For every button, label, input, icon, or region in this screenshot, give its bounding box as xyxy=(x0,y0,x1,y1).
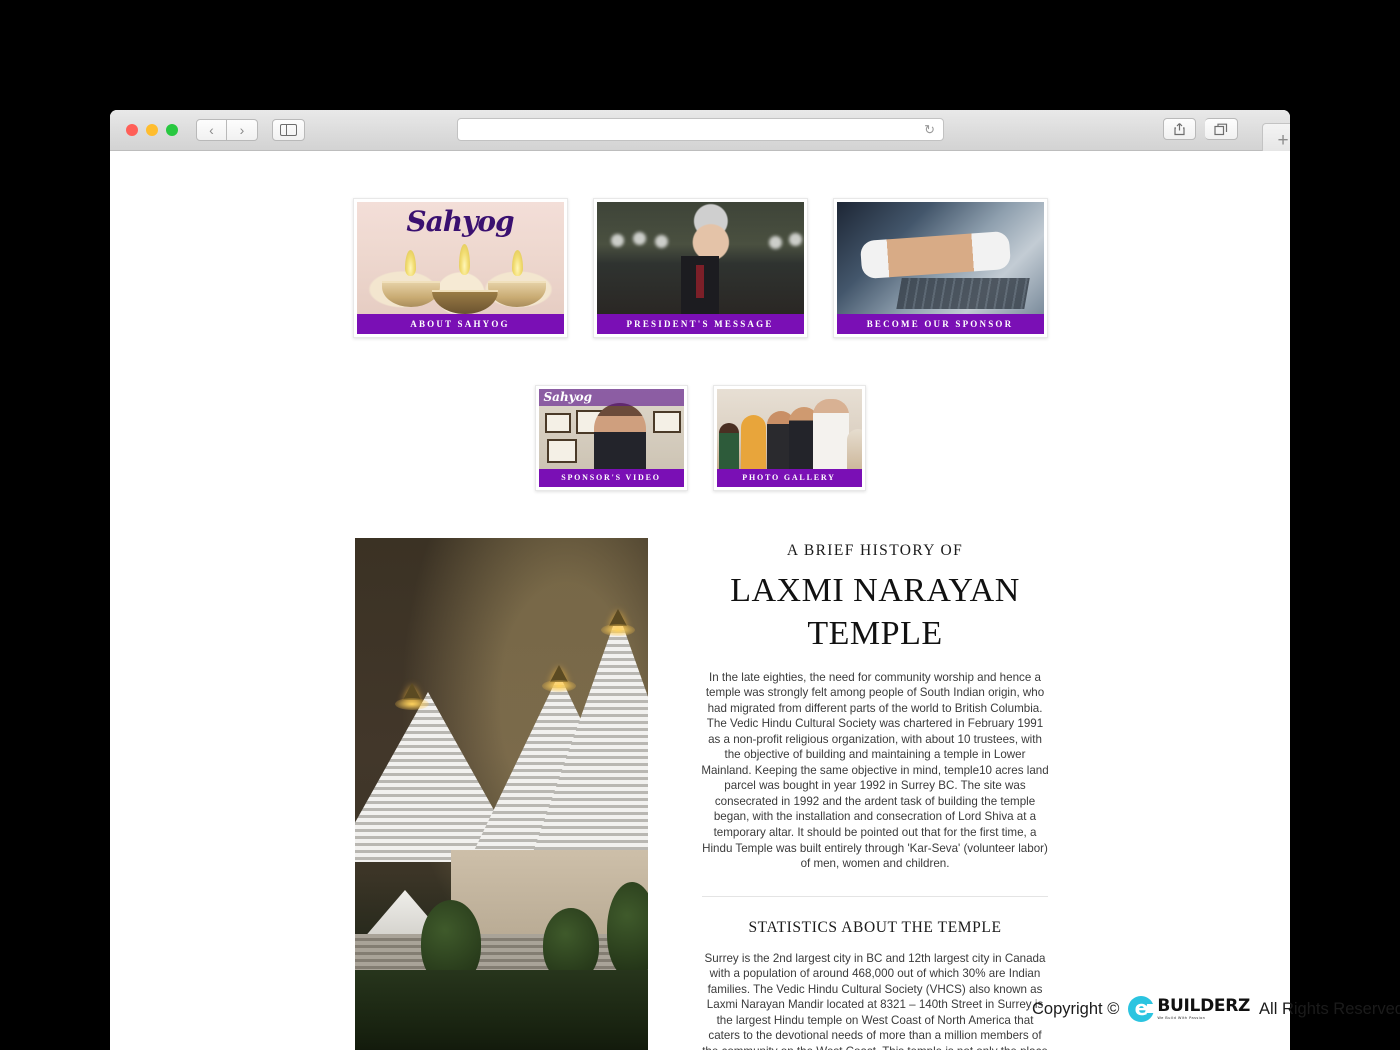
card-label[interactable]: PRESIDENT'S MESSAGE xyxy=(596,314,804,334)
section-divider xyxy=(702,895,1048,897)
copyright-overlay: Copyright © e BUILDERZ We Build With Pas… xyxy=(1032,996,1400,1022)
statistics-title: STATISTICS ABOUT THE TEMPLE xyxy=(748,918,1002,936)
sahyog-diya-image: Sahyog xyxy=(356,202,564,314)
browser-window: ‹ › ↻ + Sahyog ABOUT SAHYOG PRESIDENT'S … xyxy=(110,110,1290,1050)
bokeh-light xyxy=(610,234,624,247)
sidebar-icon xyxy=(280,124,297,136)
wall-frame xyxy=(652,411,681,433)
share-button[interactable] xyxy=(1163,118,1196,140)
history-section: A BRIEF HISTORY OF LAXMI NARAYAN TEMPLE … xyxy=(110,538,1290,1050)
secondary-card-row: Sahyog SPONSOR'S VIDEO PHOTO GALLERY xyxy=(110,385,1290,491)
maximize-window-button[interactable] xyxy=(166,124,178,136)
person-figure xyxy=(740,415,766,469)
minimize-window-button[interactable] xyxy=(146,124,158,136)
card-thumbnail: Sahyog xyxy=(356,202,564,314)
flame-icon xyxy=(511,250,523,276)
card-label[interactable]: BECOME OUR SPONSOR xyxy=(836,314,1044,334)
page-title-line-2: TEMPLE xyxy=(807,614,943,652)
forward-button[interactable]: › xyxy=(227,119,258,141)
card-label[interactable]: ABOUT SAHYOG xyxy=(356,314,564,334)
card-about-sahyog[interactable]: Sahyog ABOUT SAHYOG xyxy=(352,198,568,338)
bokeh-light xyxy=(768,236,782,249)
ebuilderz-tagline: We Build With Passion xyxy=(1157,1015,1206,1020)
sahyog-wordmark: Sahyog xyxy=(543,390,593,404)
browser-titlebar: ‹ › ↻ + xyxy=(110,110,1290,157)
tree xyxy=(607,882,648,978)
close-window-button[interactable] xyxy=(126,124,138,136)
bokeh-light xyxy=(654,235,668,248)
page-content: Sahyog ABOUT SAHYOG PRESIDENT'S MESSAGE … xyxy=(110,151,1290,1050)
wall-frame xyxy=(546,439,577,463)
address-input[interactable] xyxy=(466,123,921,136)
page-title: LAXMI NARAYAN TEMPLE xyxy=(700,570,1050,656)
temple-light-glow xyxy=(395,698,429,710)
card-photo-gallery[interactable]: PHOTO GALLERY xyxy=(712,385,866,491)
sponsor-person xyxy=(593,403,646,469)
section-eyebrow: A BRIEF HISTORY OF xyxy=(786,542,964,559)
person-figure xyxy=(718,423,739,469)
temple-light-glow xyxy=(601,624,635,636)
wall-frame xyxy=(544,413,571,433)
back-button[interactable]: ‹ xyxy=(196,119,227,141)
card-become-our-sponsor[interactable]: BECOME OUR SPONSOR xyxy=(832,198,1048,338)
sponsor-interview-image: Sahyog xyxy=(538,389,684,469)
toolbar-right-buttons xyxy=(1163,118,1238,140)
bokeh-light xyxy=(632,232,646,245)
ebuilderz-logo[interactable]: e BUILDERZ We Build With Passion xyxy=(1128,996,1250,1022)
diya-lamp-icon xyxy=(431,290,498,314)
tabs-icon xyxy=(1214,123,1228,135)
shrine-figure xyxy=(846,429,862,469)
temple-light-glow xyxy=(542,680,576,692)
card-thumbnail xyxy=(716,389,862,469)
card-thumbnail xyxy=(596,202,804,314)
president-portrait-image xyxy=(596,202,804,314)
temple-night-photo xyxy=(355,538,648,1050)
chevron-left-icon: ‹ xyxy=(209,122,214,138)
copyright-prefix: Copyright © xyxy=(1032,999,1120,1018)
flame-icon xyxy=(404,250,416,276)
primary-card-row: Sahyog ABOUT SAHYOG PRESIDENT'S MESSAGE … xyxy=(110,198,1290,338)
plus-icon: + xyxy=(1277,129,1289,151)
bokeh-light xyxy=(788,233,802,246)
reload-icon[interactable]: ↻ xyxy=(924,123,935,136)
chevron-right-icon: › xyxy=(239,122,245,138)
copyright-suffix: All Rights Reserved. xyxy=(1259,999,1400,1018)
card-presidents-message[interactable]: PRESIDENT'S MESSAGE xyxy=(592,198,808,338)
ebuilderz-e-icon: e xyxy=(1128,996,1155,1022)
diya-lamp-icon xyxy=(381,281,440,307)
ebuilderz-name: BUILDERZ xyxy=(1157,995,1251,1016)
card-thumbnail: Sahyog xyxy=(538,389,684,469)
history-paragraph: In the late eighties, the need for commu… xyxy=(701,670,1049,871)
sahyog-wordmark: Sahyog xyxy=(406,205,514,238)
card-sponsors-video[interactable]: Sahyog SPONSOR'S VIDEO xyxy=(534,385,688,491)
ebuilderz-wordmark: BUILDERZ We Build With Passion xyxy=(1157,995,1251,1021)
window-controls xyxy=(126,124,178,136)
temple-steps xyxy=(355,934,648,974)
card-label[interactable]: PHOTO GALLERY xyxy=(716,469,862,487)
sidebar-toggle-button[interactable] xyxy=(272,119,305,141)
handshake-image xyxy=(836,202,1044,314)
card-label[interactable]: SPONSOR'S VIDEO xyxy=(538,469,684,487)
card-thumbnail xyxy=(836,202,1044,314)
share-icon xyxy=(1174,123,1185,136)
show-tabs-button[interactable] xyxy=(1205,118,1238,140)
navigation-buttons: ‹ › xyxy=(196,119,258,141)
statistics-paragraph: Surrey is the 2nd largest city in BC and… xyxy=(702,951,1048,1050)
history-text-column: A BRIEF HISTORY OF LAXMI NARAYAN TEMPLE … xyxy=(700,538,1050,1050)
page-title-line-1: LAXMI NARAYAN xyxy=(730,572,1020,609)
temple-lawn xyxy=(355,970,648,1050)
temple-visit-group-image xyxy=(716,389,862,469)
person-figure xyxy=(812,399,849,469)
flame-icon xyxy=(458,244,470,275)
address-bar[interactable]: ↻ xyxy=(457,118,944,141)
